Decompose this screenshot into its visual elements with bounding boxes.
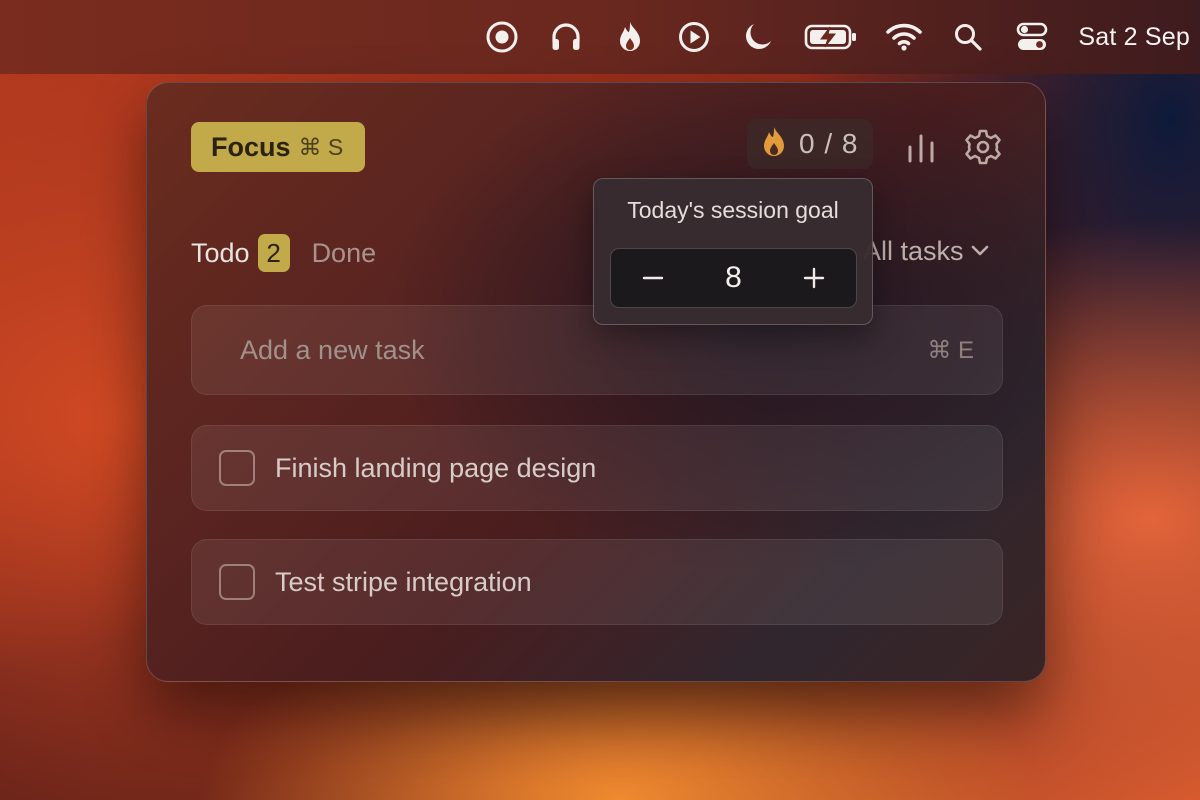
task-title: Test stripe integration [275,566,532,597]
record-icon[interactable] [482,17,522,57]
control-center-icon[interactable] [1012,17,1052,57]
settings-button[interactable] [961,125,1005,169]
moon-icon[interactable] [738,17,778,57]
new-task-shortcut: ⌘ E [927,336,974,364]
task-title: Finish landing page design [275,452,597,483]
menu-bar-clock[interactable]: Sat 2 Sep [1078,23,1190,52]
focus-shortcut: ⌘ S [298,133,344,160]
session-progress-button[interactable]: 0 / 8 [747,119,873,169]
task-filter-label: All tasks [863,235,964,266]
menu-bar: Sat 2 Sep [0,0,1200,74]
battery-charging-icon[interactable] [802,17,860,57]
increment-button[interactable] [798,262,830,294]
todo-count-badge: 2 [257,234,290,272]
task-item[interactable]: Test stripe integration [191,539,1003,625]
decrement-button[interactable] [637,262,669,294]
focus-mode-button[interactable]: Focus ⌘ S [191,122,365,172]
session-goal-value: 8 [725,261,742,294]
play-icon[interactable] [674,17,714,57]
session-goal-title: Today's session goal [627,197,839,223]
session-goal-stepper: 8 [610,248,857,308]
task-checkbox[interactable] [219,450,255,486]
session-goal-popover: Today's session goal 8 [593,178,873,325]
flame-icon[interactable] [610,17,650,57]
chevron-down-icon [971,245,988,256]
wifi-icon[interactable] [884,17,924,57]
plus-icon [803,267,825,289]
focus-panel: Focus ⌘ S 0 / 8 Todo 2 Done All tasks Ad… [146,82,1046,682]
task-filter-dropdown[interactable]: All tasks [863,233,990,269]
flame-icon [759,125,789,164]
new-task-placeholder: Add a new task [240,334,425,365]
headphones-icon[interactable] [546,17,586,57]
stats-button[interactable] [899,125,943,169]
gear-icon [965,129,1001,165]
tab-done[interactable]: Done [312,238,377,269]
session-progress-count: 0 / 8 [799,128,859,159]
task-checkbox[interactable] [219,564,255,600]
search-icon[interactable] [948,17,988,57]
focus-label: Focus [211,131,291,162]
minus-icon [642,276,664,280]
bar-chart-icon [908,134,934,163]
tab-todo[interactable]: Todo [191,238,250,269]
task-tabs: Todo 2 Done [191,233,376,273]
task-item[interactable]: Finish landing page design [191,425,1003,511]
